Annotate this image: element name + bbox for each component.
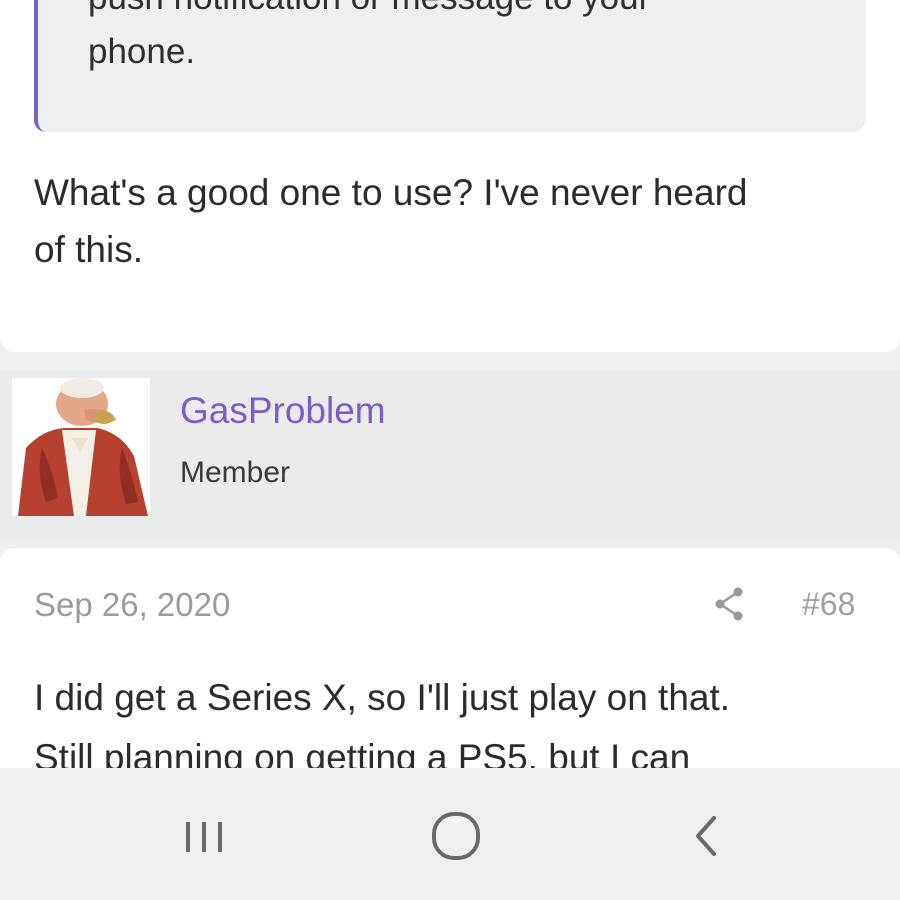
- member-header: GasProblem Member: [0, 370, 900, 540]
- quote-line: push notification or message to your: [88, 0, 650, 26]
- post-body-line: I did get a Series X, so I'll just play …: [34, 677, 731, 718]
- quote-block[interactable]: push notification or message to your pho…: [34, 0, 866, 132]
- previous-post-card: push notification or message to your pho…: [0, 0, 900, 352]
- recents-icon[interactable]: [174, 808, 234, 864]
- post-message-line: What's a good one to use? I've never hea…: [34, 172, 748, 213]
- back-icon[interactable]: [680, 808, 740, 864]
- avatar[interactable]: [12, 378, 150, 516]
- post-message-line: of this.: [34, 229, 143, 270]
- post-date[interactable]: Sep 26, 2020: [34, 586, 230, 624]
- user-role: Member: [180, 456, 291, 489]
- system-nav-bar: [0, 768, 900, 900]
- username-link[interactable]: GasProblem: [180, 390, 386, 432]
- home-icon[interactable]: [426, 808, 486, 864]
- post-number[interactable]: #68: [802, 586, 855, 623]
- quote-line: phone.: [88, 32, 196, 71]
- post-message: What's a good one to use? I've never hea…: [34, 164, 874, 278]
- share-icon[interactable]: [712, 584, 748, 624]
- avatar-image: [12, 378, 150, 516]
